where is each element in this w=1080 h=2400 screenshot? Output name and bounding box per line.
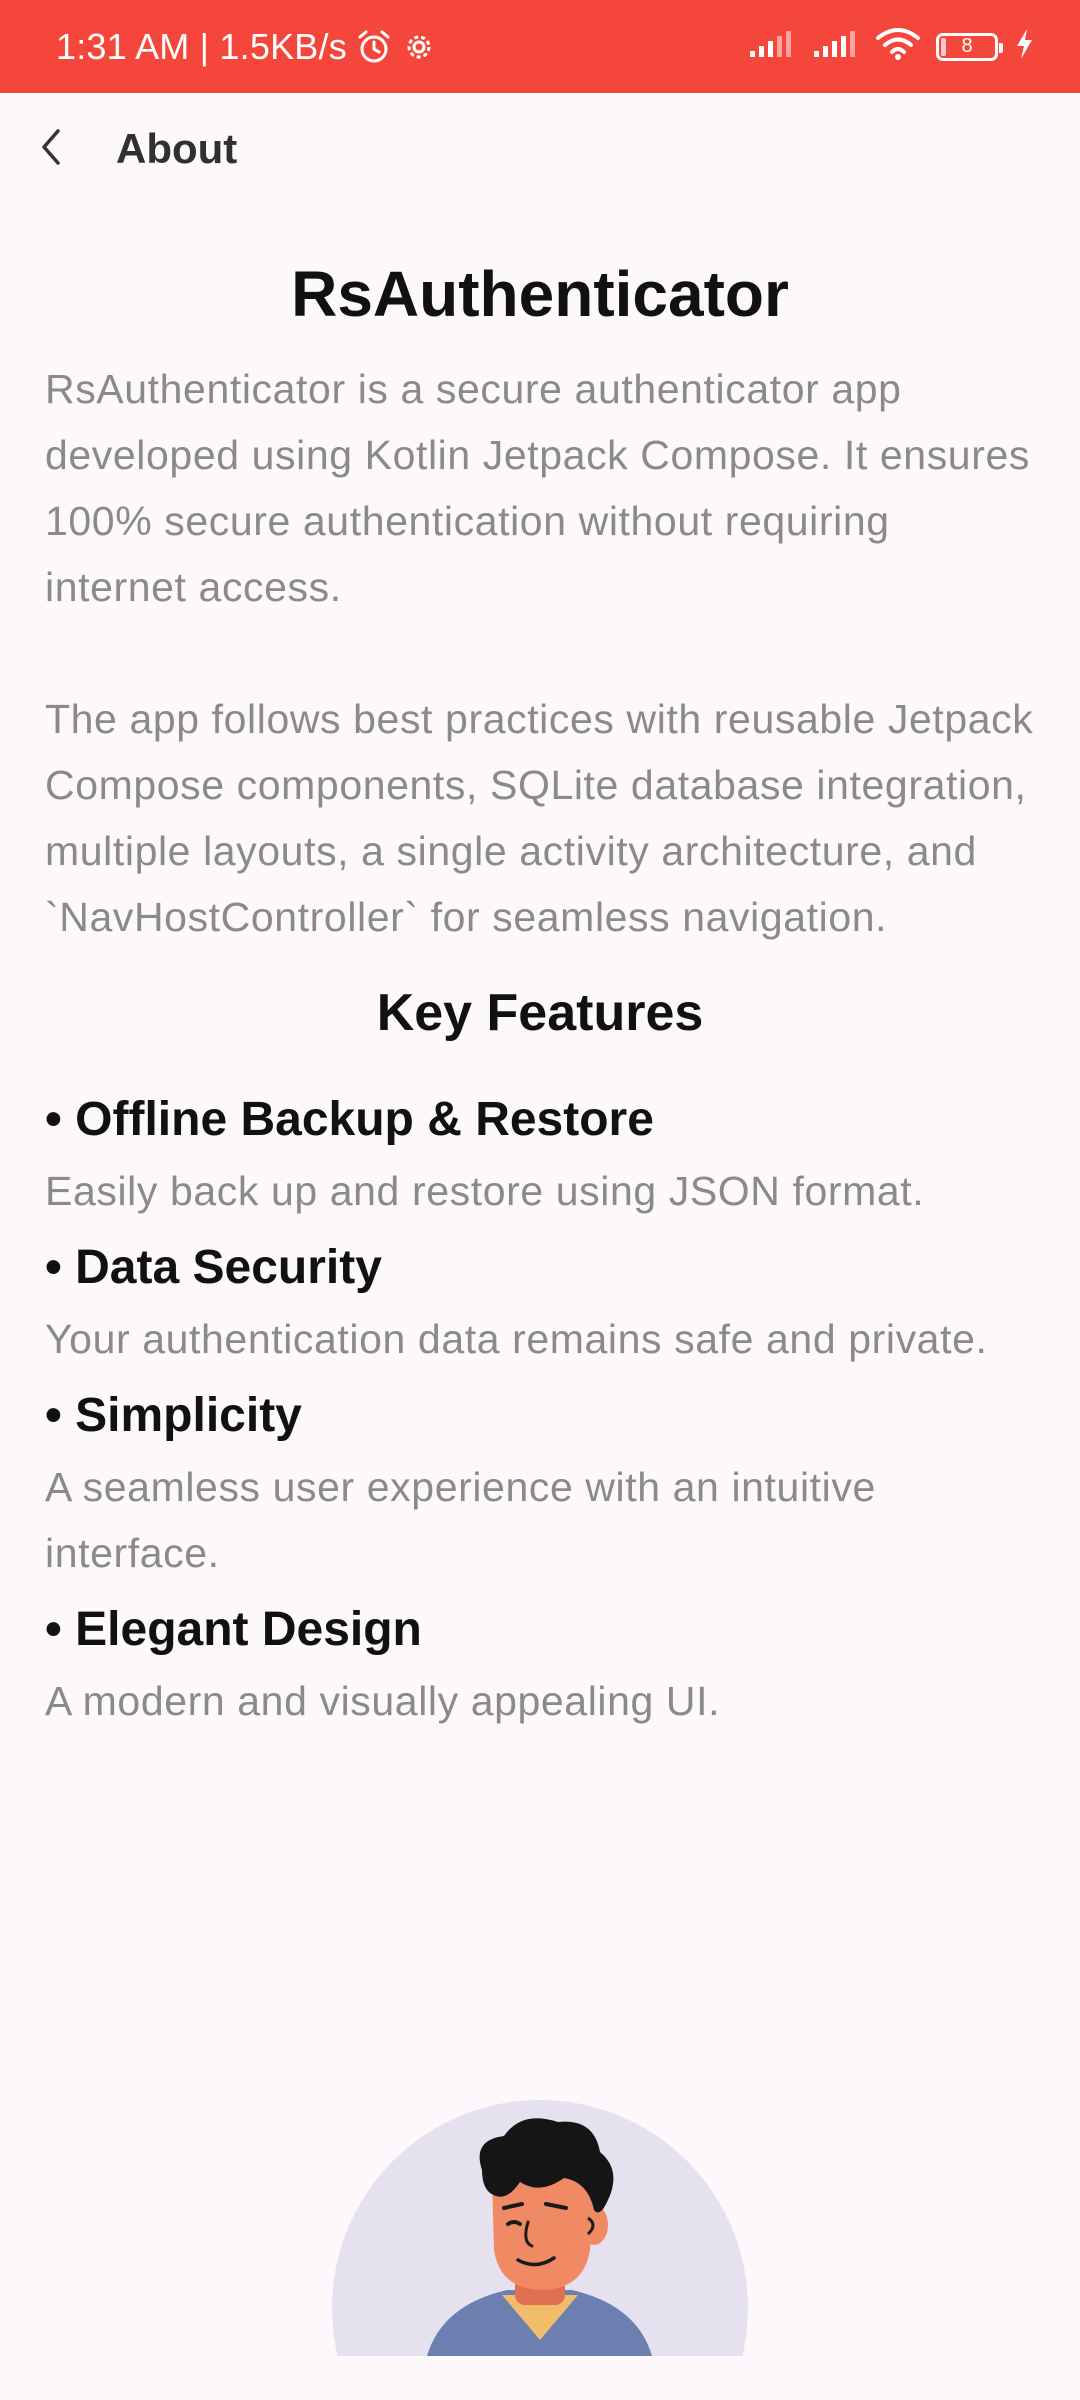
feature-title: • Offline Backup & Restore [45, 1093, 654, 1146]
description-paragraph: The app follows best practices with reus… [45, 696, 1034, 940]
key-features-heading: Key Features [376, 984, 704, 1042]
signal-icon [812, 29, 860, 64]
app-name-heading: RsAuthenticator [291, 258, 789, 330]
developer-avatar-illustration [332, 2100, 748, 2356]
battery-level: 8 [961, 35, 973, 57]
feature-item: • Data Security Your authentication data… [45, 1236, 1035, 1372]
feature-description: A seamless user experience with an intui… [45, 1464, 876, 1576]
battery-icon: 8 [936, 32, 1003, 61]
feature-title: • Simplicity [45, 1389, 302, 1442]
signal-icon [748, 29, 796, 64]
feature-description: A modern and visually appealing UI. [45, 1678, 721, 1724]
settings-gear-icon [401, 29, 437, 65]
feature-item: • Elegant Design A modern and visually a… [45, 1598, 1035, 1734]
about-content: RsAuthenticator RsAuthenticator is a sec… [45, 240, 1035, 1734]
back-button[interactable] [22, 119, 82, 179]
status-bar: 1:31 AM | 1.5KB/s 8 [0, 0, 1080, 93]
app-bar: About [0, 93, 1080, 205]
feature-title: • Data Security [45, 1241, 382, 1294]
feature-description: Easily back up and restore using JSON fo… [45, 1168, 925, 1214]
feature-item: • Offline Backup & Restore Easily back u… [45, 1088, 1035, 1224]
chevron-left-icon [37, 127, 67, 172]
wifi-icon [876, 28, 920, 65]
description-paragraph: RsAuthenticator is a secure authenticato… [45, 366, 1030, 610]
status-time-speed: 1:31 AM | 1.5KB/s [56, 25, 347, 67]
status-left: 1:31 AM | 1.5KB/s [56, 26, 437, 68]
page-title: About [116, 125, 238, 172]
feature-title: • Elegant Design [45, 1603, 422, 1656]
feature-item: • Simplicity A seamless user experience … [45, 1384, 1035, 1586]
battery-fill [941, 37, 946, 56]
charging-bolt-icon [1014, 28, 1034, 65]
alarm-icon [355, 28, 393, 66]
status-right: 8 [748, 28, 1034, 65]
feature-description: Your authentication data remains safe an… [45, 1316, 988, 1362]
